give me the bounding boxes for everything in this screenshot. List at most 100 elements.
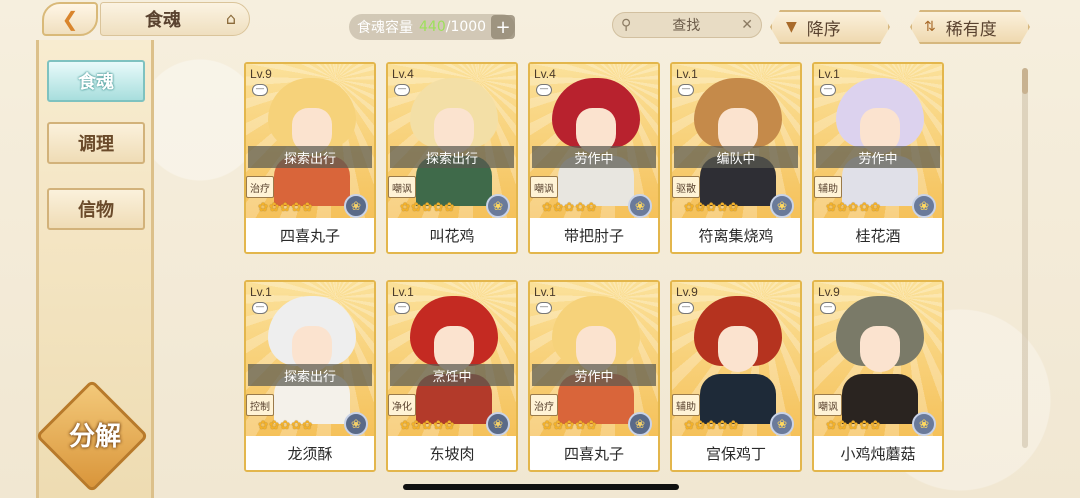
card-name: 叫花鸡 <box>388 218 516 252</box>
card-status: 劳作中 <box>532 146 656 168</box>
food-soul-card[interactable]: Lv.9 — 辅助 ✿ ✿ ✿ ✿ ✿ ❀ 宫保鸡丁 <box>670 280 802 472</box>
star-rating: ✿ ✿ ✿ ✿ ✿ <box>826 200 881 214</box>
card-name: 符离集烧鸡 <box>672 218 800 252</box>
character-portrait <box>268 78 356 206</box>
food-soul-card[interactable]: Lv.4 — 嘲讽 ✿ ✿ ✿ ✿ ✿ ❀ 叫花鸡 探索出行 <box>386 62 518 254</box>
card-status: 烹饪中 <box>390 364 514 386</box>
top-bar: ❮ 食魂 ⌂ 食魂容量 440 /1000 + ⚲ 查找 ✕ ▼ 降序 ⇅ 稀有… <box>0 0 1080 48</box>
element-orb-icon: ❀ <box>344 194 368 218</box>
lock-icon[interactable]: — <box>536 84 552 96</box>
sort-order-label: 降序 <box>806 19 841 40</box>
card-name: 带把肘子 <box>530 218 658 252</box>
lock-icon[interactable]: — <box>394 302 410 314</box>
card-level: Lv.9 <box>818 285 840 299</box>
add-capacity-button[interactable]: + <box>491 15 515 39</box>
element-orb-icon: ❀ <box>344 412 368 436</box>
card-status: 劳作中 <box>816 146 940 168</box>
close-icon[interactable]: ✕ <box>741 17 753 33</box>
lock-icon[interactable]: — <box>252 302 268 314</box>
food-soul-card[interactable]: Lv.9 — 嘲讽 ✿ ✿ ✿ ✿ ✿ ❀ 小鸡炖蘑菇 <box>812 280 944 472</box>
role-badge: 嘲讽 <box>530 176 558 198</box>
star-rating: ✿ ✿ ✿ ✿ ✿ <box>684 200 739 214</box>
back-button[interactable]: ❮ <box>42 2 98 36</box>
card-name: 宫保鸡丁 <box>672 436 800 470</box>
search-field[interactable]: ⚲ 查找 ✕ <box>612 12 762 38</box>
card-level: Lv.1 <box>676 67 698 81</box>
sort-key-label: 稀有度 <box>945 19 997 40</box>
star-rating: ✿ ✿ ✿ ✿ ✿ <box>542 200 597 214</box>
lock-icon[interactable]: — <box>678 302 694 314</box>
element-orb-icon: ❀ <box>628 194 652 218</box>
element-orb-icon: ❀ <box>628 412 652 436</box>
triangle-down-icon: ▼ <box>786 19 797 35</box>
star-rating: ✿ ✿ ✿ ✿ ✿ <box>826 418 881 432</box>
star-rating: ✿ ✿ ✿ ✿ ✿ <box>684 418 739 432</box>
star-rating: ✿ ✿ ✿ ✿ ✿ <box>400 418 455 432</box>
tab-food-souls[interactable]: 食魂 <box>47 60 145 102</box>
portrait-face <box>860 326 900 372</box>
character-portrait <box>836 296 924 424</box>
back-arrow-icon: ❮ <box>61 7 79 31</box>
element-orb-icon: ❀ <box>912 194 936 218</box>
food-soul-card[interactable]: Lv.4 — 嘲讽 ✿ ✿ ✿ ✿ ✿ ❀ 带把肘子 劳作中 <box>528 62 660 254</box>
decompose-label: 分解 <box>68 422 121 452</box>
character-portrait <box>836 78 924 206</box>
card-name: 四喜丸子 <box>246 218 374 252</box>
food-soul-card[interactable]: Lv.1 — 驱散 ✿ ✿ ✿ ✿ ✿ ❀ 符离集烧鸡 编队中 <box>670 62 802 254</box>
capacity-label: 食魂容量 <box>357 20 413 36</box>
food-soul-card[interactable]: Lv.1 — 净化 ✿ ✿ ✿ ✿ ✿ ❀ 东坡肉 烹饪中 <box>386 280 518 472</box>
lock-icon[interactable]: — <box>536 302 552 314</box>
card-level: Lv.1 <box>818 67 840 81</box>
portrait-face <box>718 326 758 372</box>
lock-icon[interactable]: — <box>820 84 836 96</box>
element-orb-icon: ❀ <box>770 412 794 436</box>
character-portrait <box>268 296 356 424</box>
role-badge: 嘲讽 <box>388 176 416 198</box>
food-soul-card[interactable]: Lv.1 — 辅助 ✿ ✿ ✿ ✿ ✿ ❀ 桂花酒 劳作中 <box>812 62 944 254</box>
element-orb-icon: ❀ <box>486 194 510 218</box>
character-portrait <box>552 296 640 424</box>
sort-order-button[interactable]: ▼ 降序 <box>770 10 890 44</box>
character-portrait <box>410 78 498 206</box>
star-rating: ✿ ✿ ✿ ✿ ✿ <box>400 200 455 214</box>
sort-key-button[interactable]: ⇅ 稀有度 <box>910 10 1030 44</box>
character-portrait <box>694 78 782 206</box>
role-badge: 驱散 <box>672 176 700 198</box>
scroll-thumb[interactable] <box>1022 68 1028 94</box>
role-badge: 辅助 <box>814 176 842 198</box>
portrait-outfit <box>842 374 918 424</box>
food-soul-card[interactable]: Lv.9 — 治疗 ✿ ✿ ✿ ✿ ✿ ❀ 四喜丸子 探索出行 <box>244 62 376 254</box>
capacity-display: 食魂容量 440 /1000 + <box>349 14 515 40</box>
tab-label: 信物 <box>78 200 114 221</box>
food-soul-card[interactable]: Lv.1 — 控制 ✿ ✿ ✿ ✿ ✿ ❀ 龙须酥 探索出行 <box>244 280 376 472</box>
capacity-current: 440 <box>419 19 446 35</box>
home-indicator[interactable] <box>403 484 679 490</box>
card-status: 劳作中 <box>532 364 656 386</box>
tab-tokens[interactable]: 信物 <box>47 188 145 230</box>
card-name: 四喜丸子 <box>530 436 658 470</box>
role-badge: 治疗 <box>530 394 558 416</box>
star-rating: ✿ ✿ ✿ ✿ ✿ <box>542 418 597 432</box>
element-orb-icon: ❀ <box>912 412 936 436</box>
role-badge: 辅助 <box>672 394 700 416</box>
card-name: 小鸡炖蘑菇 <box>814 436 942 470</box>
tab-cooking[interactable]: 调理 <box>47 122 145 164</box>
card-level: Lv.1 <box>392 285 414 299</box>
home-icon[interactable]: ⌂ <box>220 9 242 28</box>
card-name: 东坡肉 <box>388 436 516 470</box>
card-status: 编队中 <box>674 146 798 168</box>
lock-icon[interactable]: — <box>394 84 410 96</box>
lock-icon[interactable]: — <box>820 302 836 314</box>
scrollbar[interactable] <box>1022 68 1028 448</box>
food-soul-card[interactable]: Lv.1 — 治疗 ✿ ✿ ✿ ✿ ✿ ❀ 四喜丸子 劳作中 <box>528 280 660 472</box>
card-level: Lv.9 <box>250 67 272 81</box>
lock-icon[interactable]: — <box>678 84 694 96</box>
lock-icon[interactable]: — <box>252 84 268 96</box>
card-level: Lv.4 <box>534 67 556 81</box>
star-rating: ✿ ✿ ✿ ✿ ✿ <box>258 200 313 214</box>
card-level: Lv.4 <box>392 67 414 81</box>
capacity-max: /1000 <box>445 19 487 35</box>
tab-label: 食魂 <box>78 72 114 93</box>
card-level: Lv.1 <box>250 285 272 299</box>
card-name: 龙须酥 <box>246 436 374 470</box>
